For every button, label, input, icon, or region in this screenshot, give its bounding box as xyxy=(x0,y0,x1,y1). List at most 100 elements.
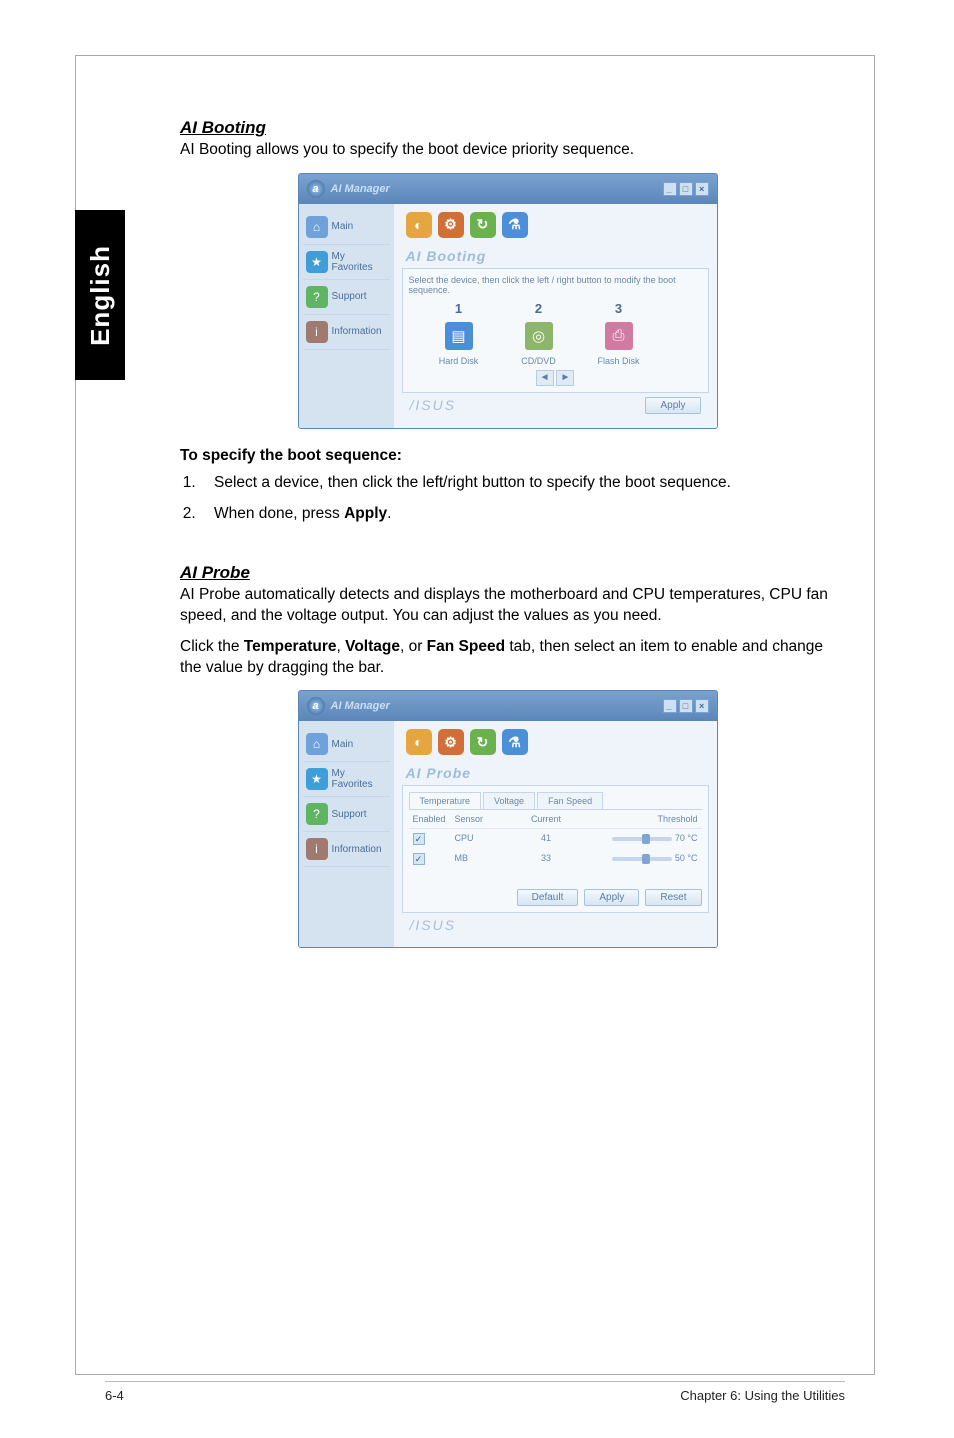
favorites-icon: ★ xyxy=(306,251,328,273)
hard-disk-icon: ▤ xyxy=(445,322,473,350)
section2-title: AI Probe xyxy=(180,563,835,583)
tab-fan-speed[interactable]: Fan Speed xyxy=(537,792,603,809)
boot-priority-number: 2 xyxy=(509,301,569,316)
section2-desc: AI Probe automatically detects and displ… xyxy=(180,585,835,627)
reset-button[interactable]: Reset xyxy=(645,889,701,906)
window-title: AI Manager xyxy=(331,183,390,195)
app-logo-icon: a xyxy=(307,697,325,715)
minimize-button[interactable]: _ xyxy=(663,182,677,196)
threshold-slider[interactable] xyxy=(612,857,672,861)
probe-row: ✓ CPU 41 70 °C xyxy=(409,829,702,849)
main-icon: ⌂ xyxy=(306,216,328,238)
sensor-current: 41 xyxy=(511,829,582,849)
default-button[interactable]: Default xyxy=(517,889,579,906)
app-logo-icon: a xyxy=(307,180,325,198)
move-right-button[interactable]: ► xyxy=(556,370,574,386)
col-enabled: Enabled xyxy=(409,810,451,828)
boot-priority-number: 1 xyxy=(429,301,489,316)
sidebar-item-information[interactable]: i Information xyxy=(303,315,390,350)
ai-gear-icon[interactable]: ⚙ xyxy=(438,729,464,755)
tab-temperature[interactable]: Temperature xyxy=(409,792,482,809)
tab-voltage[interactable]: Voltage xyxy=(483,792,535,809)
section1-title: AI Booting xyxy=(180,118,835,138)
probe-row: ✓ MB 33 50 °C xyxy=(409,849,702,869)
sidebar-item-main[interactable]: ⌂ Main xyxy=(303,727,390,762)
move-left-button[interactable]: ◄ xyxy=(536,370,554,386)
booting-help-text: Select the device, then click the left /… xyxy=(409,275,702,295)
col-current: Current xyxy=(511,810,582,828)
sidebar-item-favorites[interactable]: ★ My Favorites xyxy=(303,245,390,280)
minimize-button[interactable]: _ xyxy=(663,699,677,713)
flash-disk-icon: ⎙ xyxy=(605,322,633,350)
sidebar-item-main[interactable]: ⌂ Main xyxy=(303,210,390,245)
chapter-label: Chapter 6: Using the Utilities xyxy=(680,1388,845,1403)
probe-panel-title: AI Probe xyxy=(402,763,709,785)
asus-mark: /ISUS xyxy=(410,397,457,413)
boot-priority-number: 3 xyxy=(589,301,649,316)
page-content: AI Booting AI Booting allows you to spec… xyxy=(180,118,835,948)
boot-device-label: Hard Disk xyxy=(429,356,489,366)
threshold-slider[interactable] xyxy=(612,837,672,841)
sidebar-item-favorites[interactable]: ★ My Favorites xyxy=(303,762,390,797)
sidebar-item-support[interactable]: ? Support xyxy=(303,797,390,832)
maximize-button[interactable]: □ xyxy=(679,699,693,713)
language-label: English xyxy=(85,245,116,346)
boot-column-1[interactable]: 1 ▤ Hard Disk xyxy=(429,301,489,366)
boot-column-3[interactable]: 3 ⎙ Flash Disk xyxy=(589,301,649,366)
information-icon: i xyxy=(306,838,328,860)
favorites-icon: ★ xyxy=(306,768,328,790)
section1-step1: Select a device, then click the left/rig… xyxy=(200,473,835,494)
page-footer: 6-4 Chapter 6: Using the Utilities xyxy=(105,1381,845,1403)
sidebar-item-label: Information xyxy=(332,844,382,855)
window-titlebar[interactable]: a AI Manager _ □ × xyxy=(299,691,717,721)
ai-sidebar: ⌂ Main ★ My Favorites ? Support i Inform… xyxy=(299,204,394,428)
col-threshold: Threshold xyxy=(582,810,702,828)
window-titlebar[interactable]: a AI Manager _ □ × xyxy=(299,174,717,204)
ai-probe-icon[interactable]: ⚗ xyxy=(502,729,528,755)
sidebar-item-label: Information xyxy=(332,326,382,337)
information-icon: i xyxy=(306,321,328,343)
ai-manager-window-booting: a AI Manager _ □ × ⌂ Main ★ My Favorites xyxy=(298,173,718,429)
booting-panel-title: AI Booting xyxy=(402,246,709,268)
apply-button[interactable]: Apply xyxy=(584,889,639,906)
threshold-value: 50 °C xyxy=(675,853,698,863)
threshold-value: 70 °C xyxy=(675,833,698,843)
col-sensor: Sensor xyxy=(451,810,511,828)
section1-subheading: To specify the boot sequence: xyxy=(180,447,835,465)
probe-panel: Temperature Voltage Fan Speed Enabled Se… xyxy=(402,785,709,913)
page-number: 6-4 xyxy=(105,1388,124,1403)
enable-checkbox[interactable]: ✓ xyxy=(413,833,425,845)
close-button[interactable]: × xyxy=(695,182,709,196)
sensor-current: 33 xyxy=(511,849,582,869)
sidebar-item-information[interactable]: i Information xyxy=(303,832,390,867)
ai-sidebar: ⌂ Main ★ My Favorites ? Support i Inform… xyxy=(299,721,394,947)
ai-toolbar: ◐ ⚙ ↻ ⚗ xyxy=(402,727,709,763)
ai-probe-icon[interactable]: ⚗ xyxy=(502,212,528,238)
section1-step2: When done, press Apply. xyxy=(200,504,835,525)
boot-column-2[interactable]: 2 ◎ CD/DVD xyxy=(509,301,569,366)
section2-instruction: Click the Temperature, Voltage, or Fan S… xyxy=(180,637,835,679)
ai-booting-icon[interactable]: ↻ xyxy=(470,729,496,755)
sidebar-item-support[interactable]: ? Support xyxy=(303,280,390,315)
support-icon: ? xyxy=(306,803,328,825)
close-button[interactable]: × xyxy=(695,699,709,713)
sidebar-item-label: Main xyxy=(332,221,354,232)
sensor-name: CPU xyxy=(451,829,511,849)
section1-steps: Select a device, then click the left/rig… xyxy=(200,473,835,525)
sidebar-item-label: My Favorites xyxy=(332,768,387,790)
sensor-name: MB xyxy=(451,849,511,869)
cd-dvd-icon: ◎ xyxy=(525,322,553,350)
ai-booting-icon[interactable]: ↻ xyxy=(470,212,496,238)
ai-disk-icon[interactable]: ◐ xyxy=(406,729,432,755)
ai-toolbar: ◐ ⚙ ↻ ⚗ xyxy=(402,210,709,246)
ai-disk-icon[interactable]: ◐ xyxy=(406,212,432,238)
ai-gear-icon[interactable]: ⚙ xyxy=(438,212,464,238)
sidebar-item-label: Main xyxy=(332,739,354,750)
enable-checkbox[interactable]: ✓ xyxy=(413,853,425,865)
boot-device-label: Flash Disk xyxy=(589,356,649,366)
booting-panel: Select the device, then click the left /… xyxy=(402,268,709,393)
maximize-button[interactable]: □ xyxy=(679,182,693,196)
boot-device-label: CD/DVD xyxy=(509,356,569,366)
support-icon: ? xyxy=(306,286,328,308)
apply-button[interactable]: Apply xyxy=(645,397,700,414)
